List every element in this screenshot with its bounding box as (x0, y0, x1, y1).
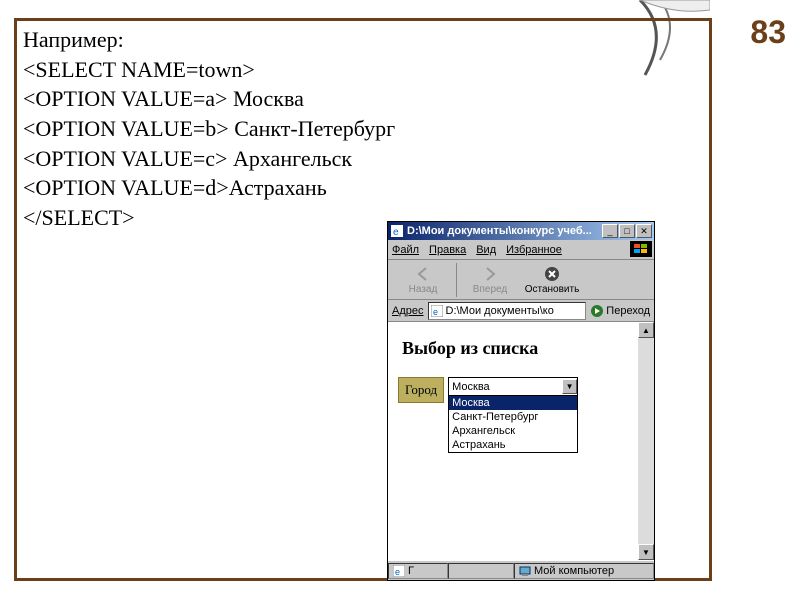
scroll-track[interactable] (638, 338, 654, 544)
chevron-down-icon: ▼ (562, 379, 577, 394)
statusbar: e Г Мой компьютер (388, 560, 654, 580)
window-title: D:\Мои документы\конкурс учеб... (407, 225, 602, 237)
svg-text:e: e (433, 307, 438, 317)
svg-text:e: e (393, 227, 399, 237)
go-button[interactable]: Переход (590, 304, 650, 318)
address-input[interactable]: e D:\Мои документы\ко (428, 302, 587, 320)
page-number: 83 (750, 14, 786, 51)
svg-text:e: e (395, 567, 400, 577)
select-option[interactable]: Санкт-Петербург (449, 410, 577, 424)
menu-file[interactable]: Файл (392, 244, 419, 256)
address-bar: Адрес e D:\Мои документы\ко Переход (388, 300, 654, 322)
field-label: Город (398, 377, 444, 403)
code-line: <SELECT NAME=town> (23, 55, 703, 85)
arrow-right-icon (480, 264, 500, 284)
scroll-up-icon[interactable]: ▲ (638, 322, 654, 338)
page-heading: Выбор из списка (402, 338, 644, 359)
menubar: Файл Правка Вид Избранное (388, 240, 654, 260)
code-line: Например: (23, 25, 703, 55)
select-dropdown: Москва Санкт-Петербург Архангельск Астра… (448, 395, 578, 453)
town-select[interactable]: Москва ▼ (448, 377, 578, 396)
toolbar-separator (456, 263, 457, 297)
done-icon: e (393, 565, 405, 577)
menu-edit[interactable]: Правка (429, 244, 466, 256)
menu-view[interactable]: Вид (476, 244, 496, 256)
stop-button[interactable]: Остановить (521, 261, 583, 299)
stop-icon (542, 264, 562, 284)
select-option[interactable]: Астрахань (449, 438, 577, 452)
toolbar: Назад Вперед Остановить (388, 260, 654, 300)
vertical-scrollbar[interactable]: ▲ ▼ (638, 322, 654, 560)
select-value: Москва (449, 381, 562, 393)
slide-frame: Например: <SELECT NAME=town> <OPTION VAL… (14, 18, 712, 581)
select-option[interactable]: Москва (449, 396, 577, 410)
go-icon (590, 304, 604, 318)
maximize-button[interactable]: □ (619, 224, 635, 238)
address-label: Адрес (392, 305, 424, 317)
code-line: <OPTION VALUE=c> Архангельск (23, 144, 703, 174)
menu-favorites[interactable]: Избранное (506, 244, 562, 256)
arrow-left-icon (413, 264, 433, 284)
code-line: <OPTION VALUE=a> Москва (23, 84, 703, 114)
windows-logo-icon (630, 241, 652, 257)
ie-page-icon: e (431, 305, 443, 317)
browser-window: e D:\Мои документы\конкурс учеб... _ □ ✕… (387, 221, 655, 581)
minimize-button[interactable]: _ (602, 224, 618, 238)
code-line: <OPTION VALUE=b> Санкт-Петербург (23, 114, 703, 144)
status-zone: Мой компьютер (514, 563, 654, 579)
browser-content: Выбор из списка Город Москва ▼ Москва Са… (388, 322, 654, 560)
computer-icon (519, 565, 531, 577)
select-option[interactable]: Архангельск (449, 424, 577, 438)
titlebar: e D:\Мои документы\конкурс учеб... _ □ ✕ (388, 222, 654, 240)
ie-icon: e (390, 224, 404, 238)
forward-button[interactable]: Вперед (459, 261, 521, 299)
status-mid (448, 563, 514, 579)
code-line: <OPTION VALUE=d>Астрахань (23, 173, 703, 203)
code-example: Например: <SELECT NAME=town> <OPTION VAL… (23, 25, 703, 233)
status-left: e Г (388, 563, 448, 579)
close-button[interactable]: ✕ (636, 224, 652, 238)
back-button[interactable]: Назад (392, 261, 454, 299)
scroll-down-icon[interactable]: ▼ (638, 544, 654, 560)
